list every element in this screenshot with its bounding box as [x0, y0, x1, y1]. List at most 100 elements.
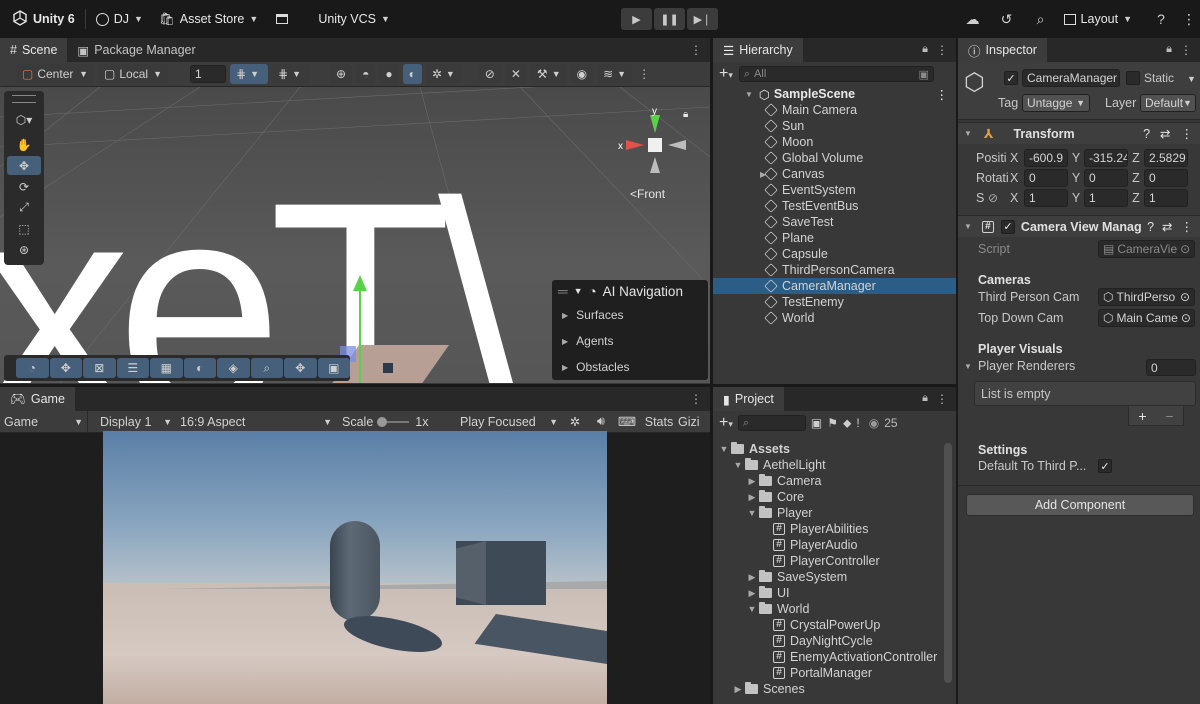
- grid-tool[interactable]: ▦: [150, 358, 183, 378]
- aspect-dropdown[interactable]: 16:9 Aspect ▼: [176, 411, 336, 433]
- help-button[interactable]: ?: [1144, 0, 1178, 38]
- asset-store-dropdown[interactable]: 🛍 Asset Store ▼: [159, 12, 258, 27]
- grid-size-input[interactable]: 1: [190, 65, 226, 83]
- object-name-input[interactable]: CameraManager: [1022, 69, 1120, 87]
- pivot-dropdown[interactable]: ▢ Center ▼: [16, 64, 94, 84]
- increment-snap-toggle[interactable]: ⋕ ▼: [272, 64, 310, 84]
- lock-icon[interactable]: 🔒︎: [922, 43, 928, 56]
- ai-nav-item-obstacles[interactable]: ▶ Obstacles: [552, 354, 708, 380]
- layer-dropdown[interactable]: Default ▼: [1140, 94, 1196, 112]
- pause-button[interactable]: ❚❚: [654, 8, 685, 30]
- layers-dropdown[interactable]: ≋ ▼: [597, 64, 633, 84]
- align-tool[interactable]: ☰: [116, 358, 149, 378]
- position-z-input[interactable]: 2.5829: [1144, 149, 1188, 167]
- 2d-toggle[interactable]: ◓: [356, 64, 376, 84]
- scale-tool[interactable]: ⤢: [7, 198, 41, 217]
- hierarchy-item[interactable]: Main Camera: [713, 102, 956, 118]
- hierarchy-item[interactable]: World: [713, 310, 956, 326]
- nav-tool[interactable]: ◔: [16, 358, 49, 378]
- hierarchy-search-input[interactable]: ⌕ All ▣: [738, 66, 934, 82]
- project-folder[interactable]: ▼ Assets: [713, 441, 956, 457]
- chevron-down-icon[interactable]: ▼: [745, 508, 759, 518]
- vcs-dropdown[interactable]: Unity VCS ▼: [318, 12, 390, 26]
- plus-icon[interactable]: +: [1138, 408, 1146, 424]
- draw-mode-button[interactable]: ⊕: [330, 64, 353, 84]
- project-script[interactable]: # DayNightCycle: [713, 633, 956, 649]
- game-render[interactable]: [103, 431, 607, 704]
- filter-type-icon[interactable]: ▣: [811, 416, 822, 430]
- project-scrollbar[interactable]: [944, 443, 952, 683]
- tab-scene[interactable]: # Scene: [0, 38, 68, 62]
- pan-tool[interactable]: ✥: [284, 358, 317, 378]
- third-person-field[interactable]: ⬡ ThirdPerso ⊙: [1098, 288, 1195, 306]
- hierarchy-item[interactable]: TestEnemy: [713, 294, 956, 310]
- scale-slider[interactable]: Scale 1x: [336, 411, 454, 433]
- hierarchy-item[interactable]: Capsule: [713, 246, 956, 262]
- layout-dropdown[interactable]: Layout ▼: [1063, 12, 1132, 26]
- project-folder[interactable]: ▶ Scenes: [713, 681, 956, 697]
- project-folder[interactable]: ▼ AethelLight: [713, 457, 956, 473]
- hierarchy-item[interactable]: SaveTest: [713, 214, 956, 230]
- tab-project[interactable]: ▮ Project: [713, 387, 784, 411]
- chevron-right-icon[interactable]: ▶: [745, 476, 759, 487]
- project-script[interactable]: # PlayerController: [713, 553, 956, 569]
- presets-icon[interactable]: ⇄: [1160, 126, 1170, 141]
- move-overlay-tool[interactable]: ✥: [49, 358, 82, 378]
- step-button[interactable]: ▶❘: [687, 8, 718, 30]
- more-vertical-icon[interactable]: ⋮: [1181, 219, 1194, 234]
- chevron-right-icon[interactable]: ▶: [745, 572, 759, 583]
- tag-dropdown[interactable]: Untagge ▼: [1022, 94, 1090, 112]
- audio-icon[interactable]: 🔊︎: [588, 414, 614, 429]
- rotation-x-input[interactable]: 0: [1024, 169, 1068, 187]
- link-icon[interactable]: ⊘: [988, 191, 1010, 205]
- bug-icon[interactable]: ✲: [562, 414, 588, 429]
- display-dropdown[interactable]: Display 1 ▼: [88, 411, 176, 433]
- transform-header[interactable]: ▼ ⅄ Transform ? ⇄ ⋮: [958, 122, 1200, 144]
- presets-icon[interactable]: ⇄: [1162, 219, 1172, 234]
- add-button[interactable]: +▾: [719, 65, 733, 83]
- history-button[interactable]: ↺: [990, 0, 1024, 38]
- project-folder[interactable]: ▼ World: [713, 601, 956, 617]
- more-vertical-icon[interactable]: ⋮: [936, 392, 948, 406]
- lock-icon[interactable]: 🔒︎: [683, 109, 688, 120]
- view-dropdown[interactable]: ⬡▾: [7, 109, 41, 131]
- more-vertical-icon[interactable]: ⋮: [936, 87, 949, 102]
- move-gizmo[interactable]: [350, 275, 370, 383]
- chevron-down-icon[interactable]: ▼: [1187, 74, 1196, 84]
- slider-thumb[interactable]: [377, 416, 388, 427]
- lock-icon[interactable]: 🔒︎: [922, 392, 928, 405]
- scale-z-input[interactable]: 1: [1144, 189, 1188, 207]
- component-enabled-checkbox[interactable]: ✓: [1000, 219, 1015, 234]
- project-search-input[interactable]: ⌕: [737, 415, 806, 431]
- more-vertical-icon[interactable]: ⋮: [1180, 43, 1192, 57]
- default-third-person-checkbox[interactable]: ✓: [1098, 459, 1112, 473]
- hierarchy-item[interactable]: EventSystem: [713, 182, 956, 198]
- fx-toggle[interactable]: ✕: [504, 64, 527, 84]
- static-checkbox[interactable]: [1126, 71, 1140, 85]
- play-mode-dropdown[interactable]: Play Focused ▼: [454, 411, 562, 433]
- project-folder[interactable]: ▶ Camera: [713, 473, 956, 489]
- project-script[interactable]: # PortalManager: [713, 665, 956, 681]
- hierarchy-item[interactable]: ▶ Canvas: [713, 166, 956, 182]
- scale-x-input[interactable]: 1: [1024, 189, 1068, 207]
- keyboard-icon[interactable]: ⌨: [614, 414, 640, 429]
- ai-nav-item-surfaces[interactable]: ▶ Surfaces: [552, 302, 708, 328]
- lock-icon[interactable]: 🔒︎: [1166, 43, 1172, 56]
- chevron-down-icon[interactable]: ▼: [745, 604, 759, 614]
- tab-game[interactable]: 🎮︎ Game: [0, 387, 75, 411]
- more-vertical-icon[interactable]: ⋮: [1181, 126, 1194, 141]
- hierarchy-item[interactable]: Moon: [713, 134, 956, 150]
- hierarchy-item[interactable]: Sun: [713, 118, 956, 134]
- hierarchy-item[interactable]: Global Volume: [713, 150, 956, 166]
- lighting-toggle[interactable]: ●: [379, 64, 399, 84]
- ai-navigation-header[interactable]: ═ ▼ ◔ AI Navigation: [552, 280, 708, 302]
- component-header[interactable]: ▼ # ✓ Camera View Manag ? ⇄ ⋮: [958, 215, 1200, 237]
- hand-tool[interactable]: ✋: [7, 135, 41, 154]
- cloud-button[interactable]: ☁: [956, 0, 990, 38]
- tools-dropdown[interactable]: ⚒ ▼: [530, 64, 567, 84]
- minus-icon[interactable]: −: [1165, 408, 1173, 424]
- tag-icon[interactable]: ⬥: [843, 416, 851, 431]
- space-dropdown[interactable]: ▢ Local ▼: [98, 64, 168, 84]
- filter-icon[interactable]: ▣: [918, 68, 928, 81]
- rotate-tool[interactable]: ⟳: [7, 177, 41, 196]
